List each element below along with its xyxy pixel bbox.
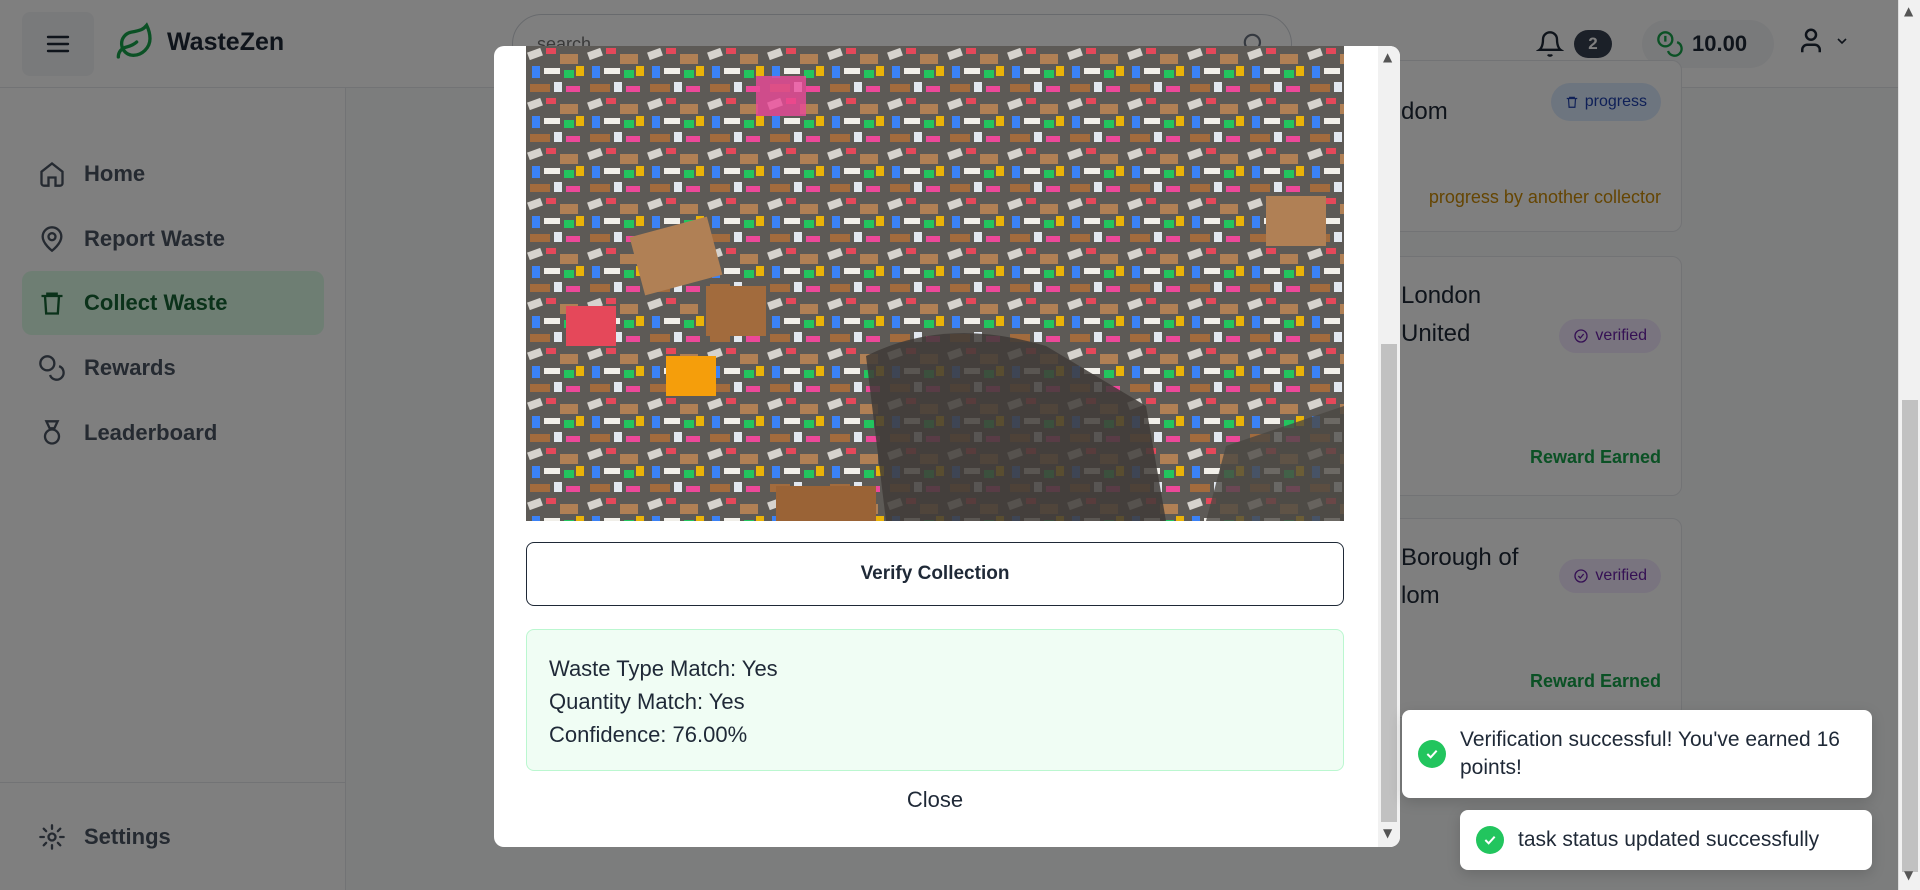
scroll-up-icon[interactable]: ▲	[1904, 4, 1913, 18]
toast-message: task status updated successfully	[1518, 828, 1820, 851]
app-root: WasteZen 2 10.00 Home Report Waste Colle…	[0, 0, 1920, 890]
waste-photo	[526, 46, 1344, 521]
success-check-icon	[1476, 826, 1504, 854]
scroll-down-icon[interactable]: ▼	[1383, 826, 1392, 840]
modal-scrollbar[interactable]: ▲ ▼	[1378, 46, 1400, 847]
waste-pile-image	[526, 46, 1344, 521]
confidence: Confidence: 76.00%	[549, 722, 748, 747]
page-scroll-thumb[interactable]	[1902, 400, 1918, 872]
close-button[interactable]: Close	[526, 780, 1344, 820]
quantity-match: Quantity Match: Yes	[549, 689, 745, 714]
modal-scroll-thumb[interactable]	[1381, 344, 1397, 822]
toast-success: Verification successful! You've earned 1…	[1402, 710, 1872, 798]
toast-success: task status updated successfully	[1460, 810, 1872, 870]
verification-modal: Verify Collection Waste Type Match: Yes …	[494, 46, 1400, 847]
toast-message: Verification successful! You've earned 1…	[1460, 728, 1840, 779]
scroll-down-icon[interactable]: ▼	[1904, 868, 1913, 882]
page-scrollbar[interactable]: ▲ ▼	[1898, 0, 1920, 890]
waste-type-match: Waste Type Match: Yes	[549, 656, 778, 681]
verify-collection-button[interactable]: Verify Collection	[526, 542, 1344, 606]
scroll-up-icon[interactable]: ▲	[1383, 50, 1392, 64]
success-check-icon	[1418, 740, 1446, 768]
verification-result: Waste Type Match: Yes Quantity Match: Ye…	[526, 629, 1344, 771]
